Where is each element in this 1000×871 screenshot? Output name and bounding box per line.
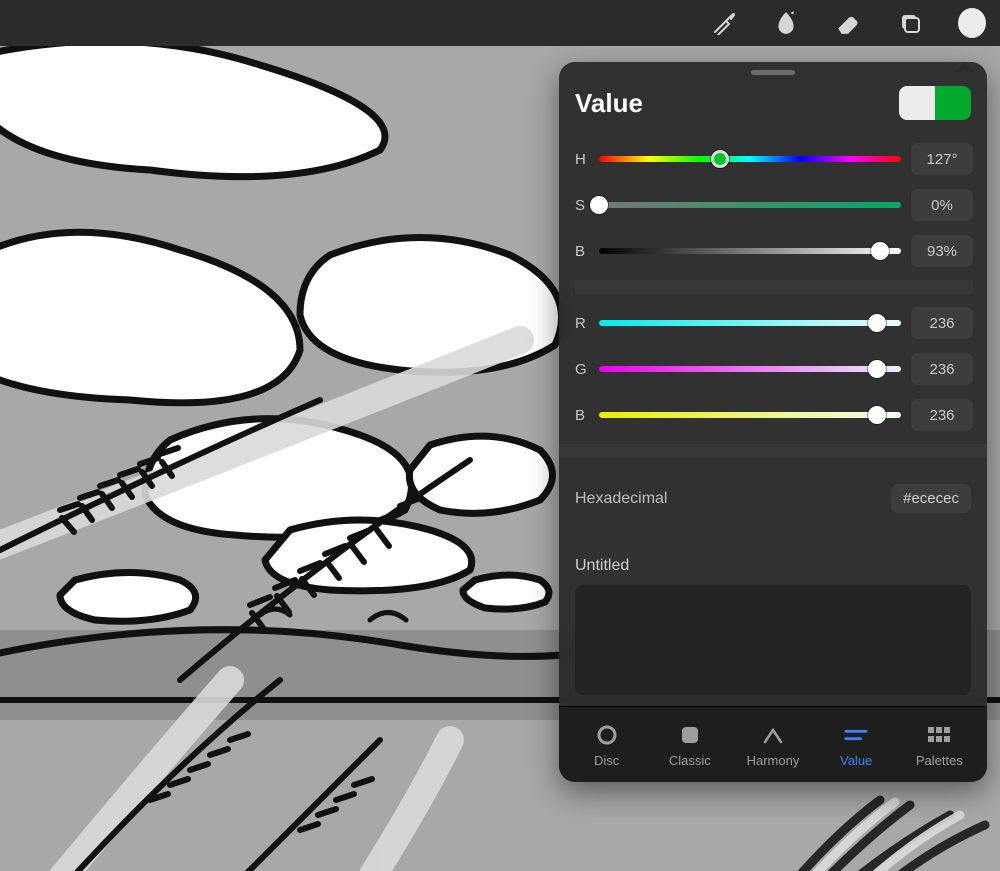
hex-label: Hexadecimal — [575, 490, 667, 508]
hex-row: Hexadecimal #ececec — [559, 464, 987, 533]
tab-value[interactable]: Value — [818, 723, 894, 768]
color-panel: Value H 127° S 0% B 93% R 236 G — [559, 62, 987, 782]
red-slider-row: R 236 — [575, 300, 973, 346]
sat-slider-row: S 0% — [575, 182, 973, 228]
hue-slider-row: H 127° — [575, 136, 973, 182]
red-label: R — [575, 315, 589, 332]
sat-value[interactable]: 0% — [911, 189, 973, 221]
hue-value[interactable]: 127° — [911, 143, 973, 175]
tab-disc[interactable]: Disc — [569, 723, 645, 768]
color-mode-tabs: Disc Classic Harmony Value Palettes — [559, 706, 987, 782]
disc-icon — [595, 723, 619, 747]
harmony-icon — [761, 723, 785, 747]
blue-slider-row: B 236 — [575, 392, 973, 438]
panel-title: Value — [575, 88, 643, 119]
hex-value[interactable]: #ececec — [891, 484, 971, 513]
tab-classic[interactable]: Classic — [652, 723, 728, 768]
bri-slider[interactable] — [599, 248, 901, 254]
hue-label: H — [575, 151, 589, 168]
classic-icon — [678, 723, 702, 747]
layers-icon[interactable] — [896, 9, 924, 37]
blue-value[interactable]: 236 — [911, 399, 973, 431]
bri-slider-row: B 93% — [575, 228, 973, 274]
green-slider[interactable] — [599, 366, 901, 372]
drag-handle[interactable] — [751, 70, 795, 75]
hue-slider[interactable] — [599, 156, 901, 162]
palette-swatches[interactable] — [575, 585, 971, 695]
bri-label: B — [575, 243, 589, 260]
red-slider[interactable] — [599, 320, 901, 326]
color-icon[interactable] — [958, 9, 986, 37]
sat-label: S — [575, 197, 589, 214]
eraser-icon[interactable] — [834, 9, 862, 37]
green-label: G — [575, 361, 589, 378]
tab-harmony[interactable]: Harmony — [735, 723, 811, 768]
brush-icon[interactable] — [710, 9, 738, 37]
green-value[interactable]: 236 — [911, 353, 973, 385]
palettes-icon — [927, 723, 951, 747]
palette-name[interactable]: Untitled — [575, 533, 971, 585]
bri-value[interactable]: 93% — [911, 235, 973, 267]
blue-label: B — [575, 407, 589, 424]
sat-slider[interactable] — [599, 202, 901, 208]
green-slider-row: G 236 — [575, 346, 973, 392]
color-swatch-toggle[interactable] — [899, 86, 971, 120]
current-color-dot[interactable] — [958, 8, 986, 38]
top-toolbar — [0, 0, 1000, 46]
blue-slider[interactable] — [599, 412, 901, 418]
value-icon — [844, 723, 868, 747]
tab-palettes[interactable]: Palettes — [901, 723, 977, 768]
smudge-icon[interactable] — [772, 9, 800, 37]
red-value[interactable]: 236 — [911, 307, 973, 339]
